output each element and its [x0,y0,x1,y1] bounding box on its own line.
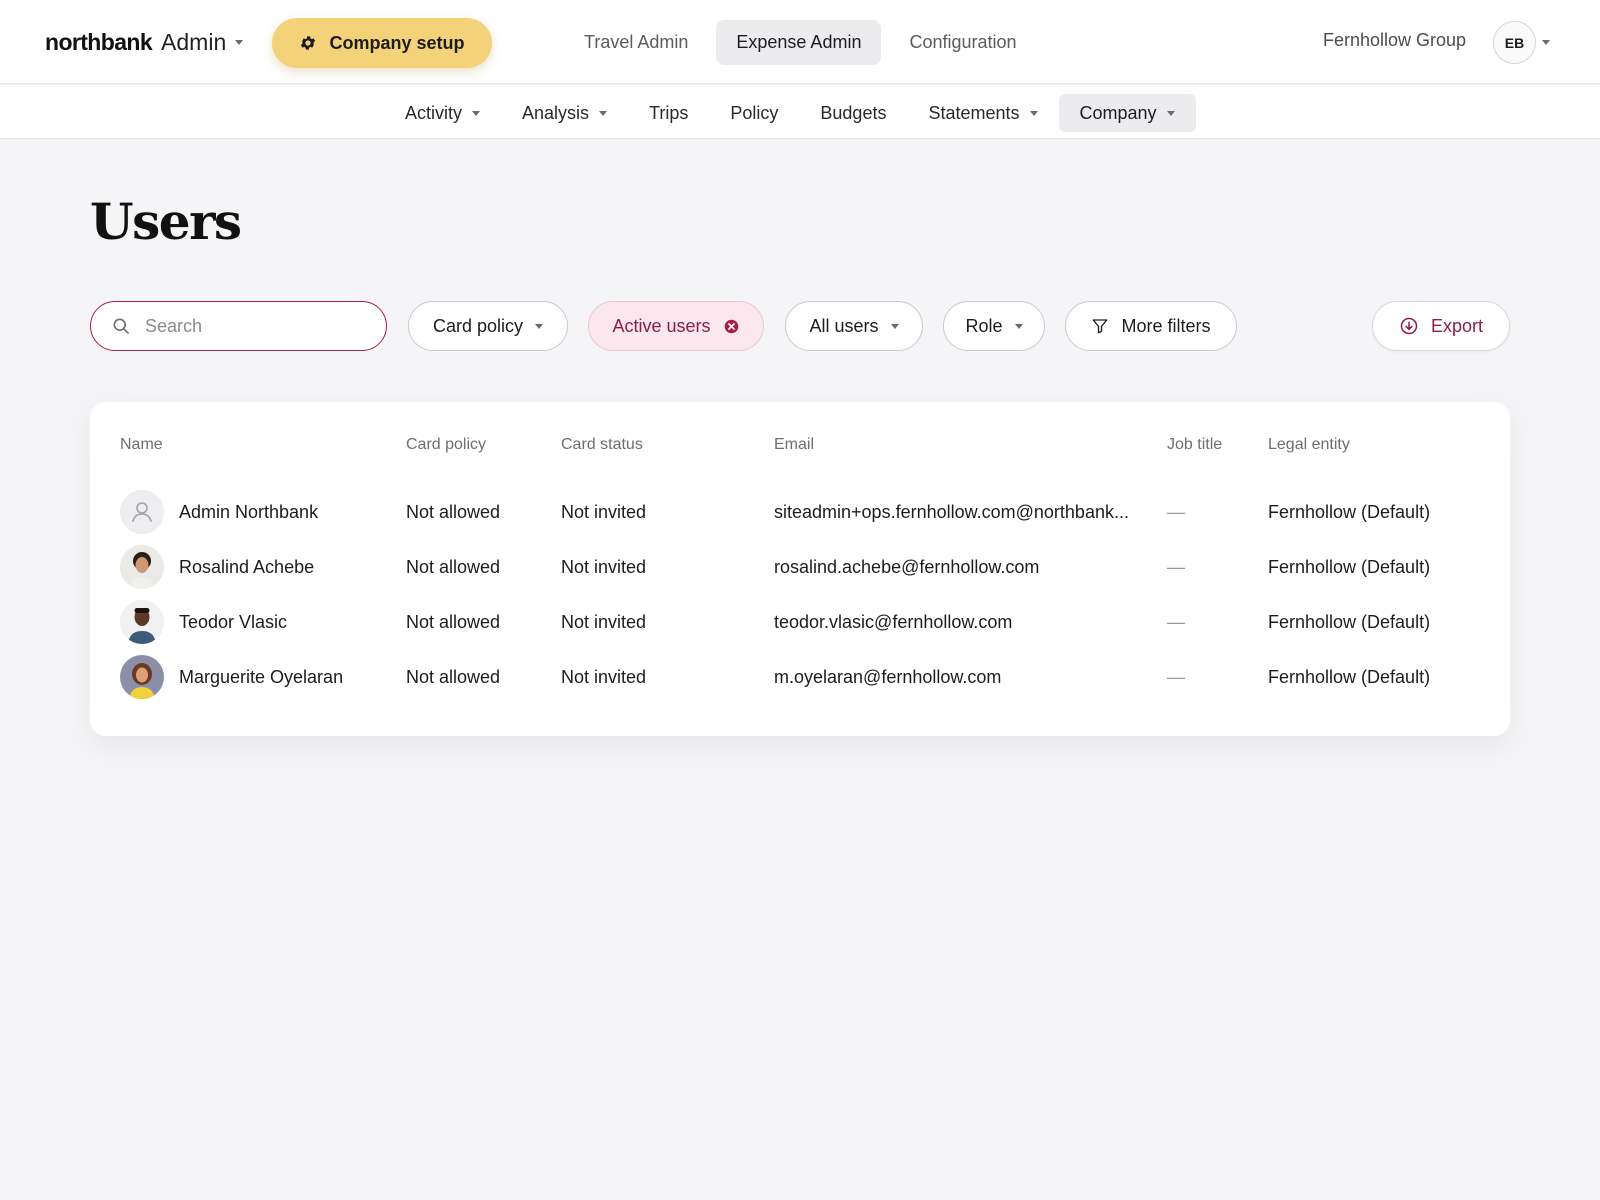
chevron-down-icon [1029,110,1038,116]
role-filter[interactable]: Role [943,301,1045,351]
table-row[interactable]: Rosalind Achebe Not allowed Not invited … [90,545,1510,600]
table-row[interactable]: Admin Northbank Not allowed Not invited … [90,490,1510,545]
email-cell: rosalind.achebe@fernhollow.com [774,556,1040,577]
subnav-trips[interactable]: Trips [628,94,709,132]
card-status-cell: Not invited [561,666,647,687]
subnav-analysis[interactable]: Analysis [501,94,628,132]
column-header-name[interactable]: Name [120,436,163,454]
chevron-down-icon [1166,110,1175,116]
page-title: Users [90,192,242,251]
column-header-job-title[interactable]: Job title [1167,436,1222,454]
brand-suffix: Admin [161,28,227,55]
job-title-cell: — [1167,666,1185,687]
user-name[interactable]: Admin Northbank [179,490,318,534]
all-users-filter-label: All users [809,315,879,336]
user-name[interactable]: Marguerite Oyelaran [179,655,343,699]
subnav-statements[interactable]: Statements [907,94,1058,132]
job-title-cell: — [1167,611,1185,632]
card-policy-cell: Not allowed [406,611,501,632]
tab-expense-admin[interactable]: Expense Admin [716,20,882,65]
active-users-filter[interactable]: Active users [588,301,764,351]
subnav-label: Company [1079,102,1157,123]
subnav-label: Policy [730,102,779,123]
subnav-label: Analysis [522,102,590,123]
search-icon [113,318,129,334]
filter-bar: Card policy Active users All users Role … [90,301,1510,351]
column-header-legal-entity[interactable]: Legal entity [1268,436,1350,454]
active-users-filter-label: Active users [612,315,711,336]
user-avatar-photo [120,600,164,644]
org-name[interactable]: Fernhollow Group [1323,30,1466,51]
tab-configuration[interactable]: Configuration [889,20,1036,65]
brand-logo: northbank [45,28,153,55]
table-row[interactable]: Teodor Vlasic Not allowed Not invited te… [90,600,1510,655]
download-icon [1400,317,1418,335]
role-filter-label: Role [965,315,1003,336]
legal-entity-cell: Fernhollow (Default) [1268,501,1431,522]
search-box[interactable] [90,301,387,351]
legal-entity-cell: Fernhollow (Default) [1268,611,1431,632]
card-status-cell: Not invited [561,611,647,632]
legal-entity-cell: Fernhollow (Default) [1268,666,1431,687]
email-cell: siteadmin+ops.fernhollow.com@northbank..… [774,501,1129,522]
more-filters-button[interactable]: More filters [1065,301,1237,351]
chevron-down-icon [890,323,899,329]
subnav-label: Budgets [820,102,887,123]
company-setup-button[interactable]: Company setup [272,18,492,68]
table-row[interactable]: Marguerite Oyelaran Not allowed Not invi… [90,655,1510,710]
column-header-email[interactable]: Email [774,436,814,454]
card-status-cell: Not invited [561,556,647,577]
email-cell: teodor.vlasic@fernhollow.com [774,611,1013,632]
export-button[interactable]: Export [1372,301,1510,351]
chevron-down-icon [235,39,244,45]
placeholder-person-icon [120,490,164,534]
card-policy-cell: Not allowed [406,556,501,577]
export-label: Export [1430,315,1484,336]
chevron-down-icon [599,110,608,116]
top-tabs: Travel Admin Expense Admin Configuration [564,20,1037,65]
user-avatar[interactable]: EB [1493,21,1536,64]
filter-icon [1093,319,1108,334]
company-setup-label: Company setup [329,32,465,53]
user-name[interactable]: Teodor Vlasic [179,600,287,644]
job-title-cell: — [1167,501,1185,522]
chevron-down-icon [472,110,481,116]
user-name[interactable]: Rosalind Achebe [179,545,314,589]
subnav-policy[interactable]: Policy [709,94,799,132]
gear-icon [301,36,316,50]
chevron-down-icon[interactable] [1542,40,1550,45]
top-bar: northbank Admin Company setup Travel Adm… [0,0,1600,84]
brand-switcher[interactable]: northbank Admin [45,27,244,57]
email-cell: m.oyelaran@fernhollow.com [774,666,1002,687]
subnav-label: Trips [649,102,689,123]
chevron-down-icon [1014,323,1023,329]
search-input[interactable] [145,315,365,337]
column-header-card-policy[interactable]: Card policy [406,436,486,454]
subnav-label: Activity [405,102,463,123]
column-header-card-status[interactable]: Card status [561,436,643,454]
tab-travel-admin[interactable]: Travel Admin [564,20,708,65]
user-avatar-photo [120,545,164,589]
job-title-cell: — [1167,556,1185,577]
users-table: Name Card policy Card status Email Job t… [90,402,1510,736]
chevron-down-icon [535,323,544,329]
card-status-cell: Not invited [561,501,647,522]
subnav-label: Statements [928,102,1020,123]
card-policy-cell: Not allowed [406,666,501,687]
legal-entity-cell: Fernhollow (Default) [1268,556,1431,577]
more-filters-label: More filters [1121,315,1211,336]
card-policy-filter-label: Card policy [432,315,524,336]
sub-nav: Activity Analysis Trips Policy Budgets S… [0,85,1600,139]
card-policy-cell: Not allowed [406,501,501,522]
subnav-budgets[interactable]: Budgets [799,94,907,132]
user-avatar-photo [120,655,164,699]
clear-filter-icon[interactable] [723,318,740,335]
all-users-filter[interactable]: All users [785,301,923,351]
card-policy-filter[interactable]: Card policy [408,301,568,351]
subnav-company[interactable]: Company [1058,94,1196,132]
subnav-activity[interactable]: Activity [384,94,501,132]
